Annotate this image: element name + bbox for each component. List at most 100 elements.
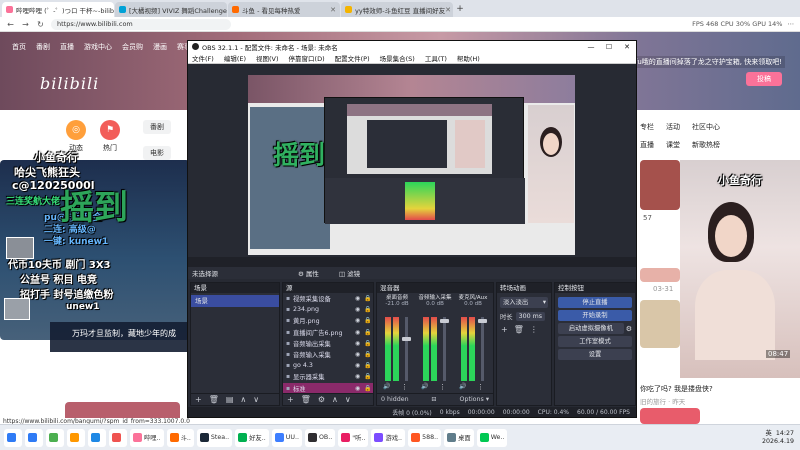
activity-link[interactable]: 活动	[666, 122, 680, 132]
visibility-eye-icon[interactable]: ◉	[355, 373, 364, 380]
add-source-icon[interactable]: +	[287, 395, 294, 404]
forward-icon[interactable]: →	[21, 20, 30, 29]
source-item[interactable]: ▪ 黄月.png ◉ 🔒	[283, 315, 373, 326]
filters-button[interactable]: ◫ 滤镜	[339, 268, 360, 278]
video-title[interactable]: 你吃了吗? 我是搂盘侠?	[640, 384, 713, 394]
nav-bangumi[interactable]: 番剧	[36, 42, 50, 52]
stop-streaming-button[interactable]: 停止直播	[558, 297, 632, 308]
taskbar-app[interactable]: We..	[476, 428, 508, 447]
nav-game[interactable]: 游戏中心	[84, 42, 112, 52]
taskbar-app[interactable]: 好友..	[235, 428, 269, 447]
channel-menu-icon[interactable]: ⋮	[401, 383, 408, 391]
fader-handle[interactable]	[402, 337, 411, 341]
nav-live[interactable]: 直播	[60, 42, 74, 52]
scene-item[interactable]: 场景	[191, 295, 279, 307]
menu-view[interactable]: 视图(V)	[256, 53, 279, 63]
transition-settings-icon[interactable]: ⋮	[530, 325, 538, 334]
taskbar-app[interactable]	[88, 428, 106, 447]
mixer-options-button[interactable]: Options ▾	[460, 396, 489, 403]
lock-icon[interactable]: 🔒	[364, 329, 373, 336]
volume-fader[interactable]	[405, 317, 408, 381]
menu-profile[interactable]: 配置文件(P)	[335, 53, 370, 63]
menu-help[interactable]: 帮助(H)	[457, 53, 480, 63]
channel-menu-icon[interactable]: ⋮	[477, 383, 484, 391]
menu-icon[interactable]: ⋯	[788, 20, 795, 28]
properties-button[interactable]: ⚙ 属性	[298, 268, 319, 278]
class-link[interactable]: 课堂	[666, 140, 680, 150]
upload-button[interactable]: 投稿	[746, 72, 782, 86]
lock-icon[interactable]: 🔒	[364, 340, 373, 347]
channel-menu-icon[interactable]: ⋮	[439, 383, 446, 391]
system-clock[interactable]: 英 14:27 2026.4.19	[762, 430, 794, 446]
category-chip[interactable]: 电影	[143, 146, 171, 160]
video-card-thumb[interactable]	[640, 300, 680, 348]
nav-home[interactable]: 首页	[12, 42, 26, 52]
taskbar-app[interactable]: OB..	[304, 428, 336, 447]
fader-handle[interactable]	[440, 319, 449, 323]
nav-mall[interactable]: 会员购	[122, 42, 143, 52]
virtual-camera-button[interactable]: 启动虚拟摄像机	[558, 323, 624, 334]
close-icon[interactable]: ✕	[618, 43, 636, 51]
obs-preview-canvas[interactable]: 摇到	[248, 75, 575, 255]
source-item[interactable]: ▪ 234.png ◉ 🔒	[283, 304, 373, 315]
visibility-eye-icon[interactable]: ◉	[355, 317, 364, 324]
start-button[interactable]	[4, 428, 22, 447]
add-scene-icon[interactable]: +	[195, 395, 202, 404]
source-settings-icon[interactable]: ⚙	[318, 395, 325, 404]
taskbar-app[interactable]: 桌面	[444, 428, 474, 447]
move-up-icon[interactable]: ∧	[332, 395, 338, 404]
video-card-thumb[interactable]	[640, 268, 680, 282]
taskbar-app[interactable]: Stea..	[196, 428, 233, 447]
close-icon[interactable]: ✕	[330, 6, 336, 14]
nav-manga[interactable]: 漫画	[153, 42, 167, 52]
scene-filters-icon[interactable]: ▤	[226, 395, 234, 404]
hot-entry[interactable]: ⚑ 热门	[100, 120, 120, 153]
move-down-icon[interactable]: ∨	[345, 395, 351, 404]
taskbar-app[interactable]: UU..	[271, 428, 302, 447]
taskbar-app[interactable]	[67, 428, 85, 447]
taskbar-app[interactable]: 游戏..	[371, 428, 406, 447]
lock-icon[interactable]: 🔒	[364, 362, 373, 369]
browser-tab[interactable]: 斗鱼 - 看见每种热爱 ✕	[228, 2, 340, 17]
source-item[interactable]: ▪ 标准 ◉ 🔒	[283, 382, 373, 394]
browser-tab[interactable]: yy特效师-斗鱼红豆 直播间好友 ✕	[341, 2, 453, 17]
column-link[interactable]: 专栏	[640, 122, 654, 132]
live-promo-banner[interactable]: fufu哦的直播间掉落了龙之守护宝箱, 快来领取吧!	[625, 56, 786, 68]
taskbar-app[interactable]	[46, 428, 64, 447]
video-card-thumb[interactable]	[640, 160, 680, 210]
move-down-icon[interactable]: ∨	[253, 395, 259, 404]
ime-indicator[interactable]: 英	[766, 430, 772, 437]
lock-icon[interactable]: 🔒	[364, 317, 373, 324]
source-item[interactable]: ▪ 音频输入采集 ◉ 🔒	[283, 349, 373, 360]
taskbar-app[interactable]	[25, 428, 43, 447]
live-link[interactable]: 直播	[640, 140, 654, 150]
visibility-eye-icon[interactable]: ◉	[355, 340, 364, 347]
category-chip[interactable]: 番剧	[143, 120, 171, 134]
virtual-camera-settings-icon[interactable]: ⚙	[626, 325, 635, 333]
bilibili-logo[interactable]: bilibili	[40, 74, 99, 93]
video-card-thumb[interactable]	[640, 408, 700, 424]
visibility-eye-icon[interactable]: ◉	[355, 329, 364, 336]
visibility-eye-icon[interactable]: ◉	[355, 306, 364, 313]
back-icon[interactable]: ←	[6, 20, 15, 29]
refresh-icon[interactable]: ↻	[36, 20, 45, 29]
new-songs-link[interactable]: 新歌热榜	[692, 140, 720, 150]
menu-file[interactable]: 文件(F)	[192, 53, 214, 63]
minimize-icon[interactable]: —	[582, 43, 600, 51]
browser-tab[interactable]: 哔哩哔哩 (゜-゜)つロ 干杯~-bilibili✕	[2, 2, 114, 17]
menu-docks[interactable]: 停靠窗口(D)	[289, 53, 325, 63]
url-input[interactable]: https://www.bilibili.com	[51, 18, 231, 30]
taskbar-app[interactable]: 斗..	[166, 428, 194, 447]
remove-scene-icon[interactable]: 🗑	[209, 395, 219, 404]
menu-edit[interactable]: 编辑(E)	[224, 53, 246, 63]
source-item[interactable]: ▪ 显示器采集 ◉ 🔒	[283, 371, 373, 382]
taskbar-app[interactable]: 588..	[408, 428, 442, 447]
add-transition-icon[interactable]: +	[501, 325, 508, 334]
source-item[interactable]: ▪ 直播间广告6.png ◉ 🔒	[283, 327, 373, 338]
transition-select[interactable]: 淡入淡出 ▾	[500, 297, 548, 308]
visibility-eye-icon[interactable]: ◉	[355, 385, 364, 392]
visibility-eye-icon[interactable]: ◉	[355, 351, 364, 358]
move-up-icon[interactable]: ∧	[240, 395, 246, 404]
lock-icon[interactable]: 🔒	[364, 306, 373, 313]
lock-icon[interactable]: 🔒	[364, 373, 373, 380]
